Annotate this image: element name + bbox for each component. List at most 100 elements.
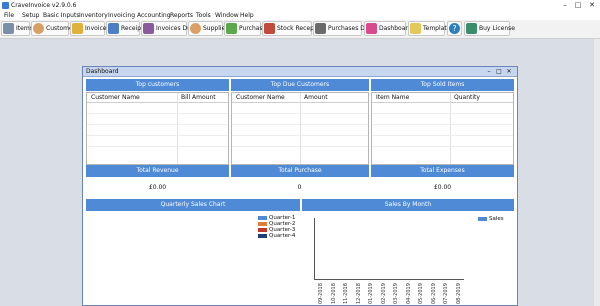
grid-row-line: [87, 146, 228, 147]
grid-row-line: [232, 124, 368, 125]
legend-label: Sales: [489, 216, 504, 222]
vertical-scrollbar[interactable]: [594, 39, 600, 306]
receipt-button[interactable]: Receipt: [106, 21, 143, 36]
dashboard-titlebar: Dashboard – □ ✕: [83, 67, 517, 77]
close-icon[interactable]: ✕: [587, 1, 597, 10]
legend-swatch: [258, 216, 267, 220]
window-title: CraveInvoice v2.9.0.6: [11, 2, 77, 9]
items-button[interactable]: Items: [1, 21, 33, 36]
receipt-icon: [108, 23, 119, 34]
stock-receipts-button[interactable]: Stock Recepts: [262, 21, 319, 36]
dashboard-maximize-icon[interactable]: □: [495, 68, 503, 75]
legend-label: Quarter-4: [269, 233, 296, 239]
total-purchase-value: 0: [297, 184, 302, 191]
menu-accounting[interactable]: Accounting: [137, 11, 171, 20]
grid-row-line: [232, 113, 368, 114]
x-tick-label: 01-2019: [368, 283, 374, 304]
template-icon: [410, 23, 421, 34]
total-revenue-header: Total Revenue: [86, 165, 229, 177]
stock-receipts-icon: [264, 23, 275, 34]
purchases-due-icon: [315, 23, 326, 34]
sales-by-month-header: Sales By Month: [302, 199, 514, 211]
dashboard-window: Dashboard – □ ✕ Top customers Customer N…: [82, 66, 518, 306]
sales-by-month-chart: Sales 09-2018 10-2018 11-2018 12-2018 01-201…: [302, 212, 514, 304]
x-tick-label: 04-2019: [405, 283, 412, 304]
purchases-due-button[interactable]: Purchases Due: [313, 21, 372, 36]
dashboard-button[interactable]: Dashboard: [364, 21, 412, 36]
customer-icon: [33, 23, 44, 34]
dashboard-minimize-icon[interactable]: –: [485, 68, 493, 75]
grid-divider: [300, 93, 301, 164]
grid-row-line: [372, 113, 513, 114]
legend-swatch: [258, 234, 267, 238]
x-tick-label: 08-2019: [455, 283, 462, 304]
grid-row-line: [87, 124, 228, 125]
dashboard-close-icon[interactable]: ✕: [505, 68, 513, 75]
quarterly-sales-chart: Quarter-1 Quarter-2 Quarter-3 Quarter-4: [86, 212, 300, 304]
buy-license-icon: [466, 23, 477, 34]
top-customers-grid[interactable]: Customer Name Bill Amount: [86, 92, 229, 165]
minimize-icon[interactable]: –: [560, 1, 570, 10]
x-tick-label: 05-2019: [418, 283, 424, 304]
menu-tools[interactable]: Tools: [196, 11, 211, 20]
column-bill-amount: Bill Amount: [181, 94, 216, 101]
grid-row-line: [87, 135, 228, 136]
legend-swatch: [478, 217, 487, 221]
app-icon: [2, 2, 9, 9]
dashboard-title: Dashboard: [86, 68, 119, 75]
quarterly-sales-chart-header: Quarterly Sales Chart: [86, 199, 300, 211]
column-customer-name: Customer Name: [91, 94, 140, 101]
top-customers-grid-header: Customer Name Bill Amount: [87, 93, 228, 103]
top-due-customers-grid[interactable]: Customer Name Amount: [231, 92, 369, 165]
grid-divider: [450, 93, 451, 164]
column-quantity: Quantity: [454, 94, 480, 101]
total-revenue-value: £0.00: [148, 184, 167, 191]
items-icon: [3, 23, 14, 34]
column-customer-name: Customer Name: [236, 94, 285, 101]
menu-basic-inputs[interactable]: Basic Inputs: [43, 11, 79, 20]
help-button[interactable]: ?: [447, 21, 462, 36]
invoices-icon: [72, 23, 83, 34]
purchases-button[interactable]: Purchases: [224, 21, 269, 36]
invoices-due-icon: [143, 23, 154, 34]
purchases-icon: [226, 23, 237, 34]
grid-row-line: [232, 146, 368, 147]
legend-swatch: [258, 228, 267, 232]
top-sold-items-header: Top Sold Items: [371, 79, 514, 91]
x-tick-label: 07-2019: [443, 283, 449, 304]
legend-swatch: [258, 222, 267, 226]
total-expenses-header: Total Expenses: [371, 165, 514, 177]
grid-row-line: [372, 135, 513, 136]
dashboard-label: Dashboard: [379, 25, 412, 32]
menu-help[interactable]: Help: [240, 11, 254, 20]
top-due-customers-header: Top Due Customers: [231, 79, 369, 91]
grid-row-line: [372, 124, 513, 125]
top-sold-items-grid[interactable]: Item Name Quantity: [371, 92, 514, 165]
x-tick-label: 12-2018: [355, 283, 362, 304]
menu-file[interactable]: File: [4, 11, 14, 20]
x-tick-label: 09-2018: [318, 283, 324, 304]
grid-row-line: [87, 113, 228, 114]
menu-reports[interactable]: Reports: [170, 11, 193, 20]
title-bar: CraveInvoice v2.9.0.6 – □ ✕: [0, 0, 600, 11]
menu-bar: File Setup Basic Inputs Inventory Invoic…: [0, 11, 600, 20]
column-amount: Amount: [304, 94, 328, 101]
template-button[interactable]: Template: [408, 21, 450, 36]
maximize-icon[interactable]: □: [573, 1, 583, 10]
x-tick-label: 03-2019: [393, 283, 399, 304]
buy-license-button[interactable]: Buy License: [464, 21, 515, 36]
menu-invoicing[interactable]: Invoicing: [108, 11, 135, 20]
invoices-button[interactable]: Invoices: [70, 21, 110, 36]
menu-setup[interactable]: Setup: [22, 11, 39, 20]
menu-inventory[interactable]: Inventory: [79, 11, 108, 20]
y-axis: [314, 218, 315, 280]
menu-window[interactable]: Window: [215, 11, 239, 20]
legend-quarter-4: Quarter-4: [258, 233, 295, 239]
customer-button[interactable]: Customer: [31, 21, 75, 36]
invoices-due-button[interactable]: Invoices Due: [141, 21, 195, 36]
top-sold-items-grid-header: Item Name Quantity: [372, 93, 513, 103]
x-axis: [314, 279, 464, 280]
supplier-button[interactable]: Supplier: [188, 21, 228, 36]
total-expenses-value: £0.00: [433, 184, 452, 191]
x-tick-label: 06-2019: [430, 283, 437, 304]
